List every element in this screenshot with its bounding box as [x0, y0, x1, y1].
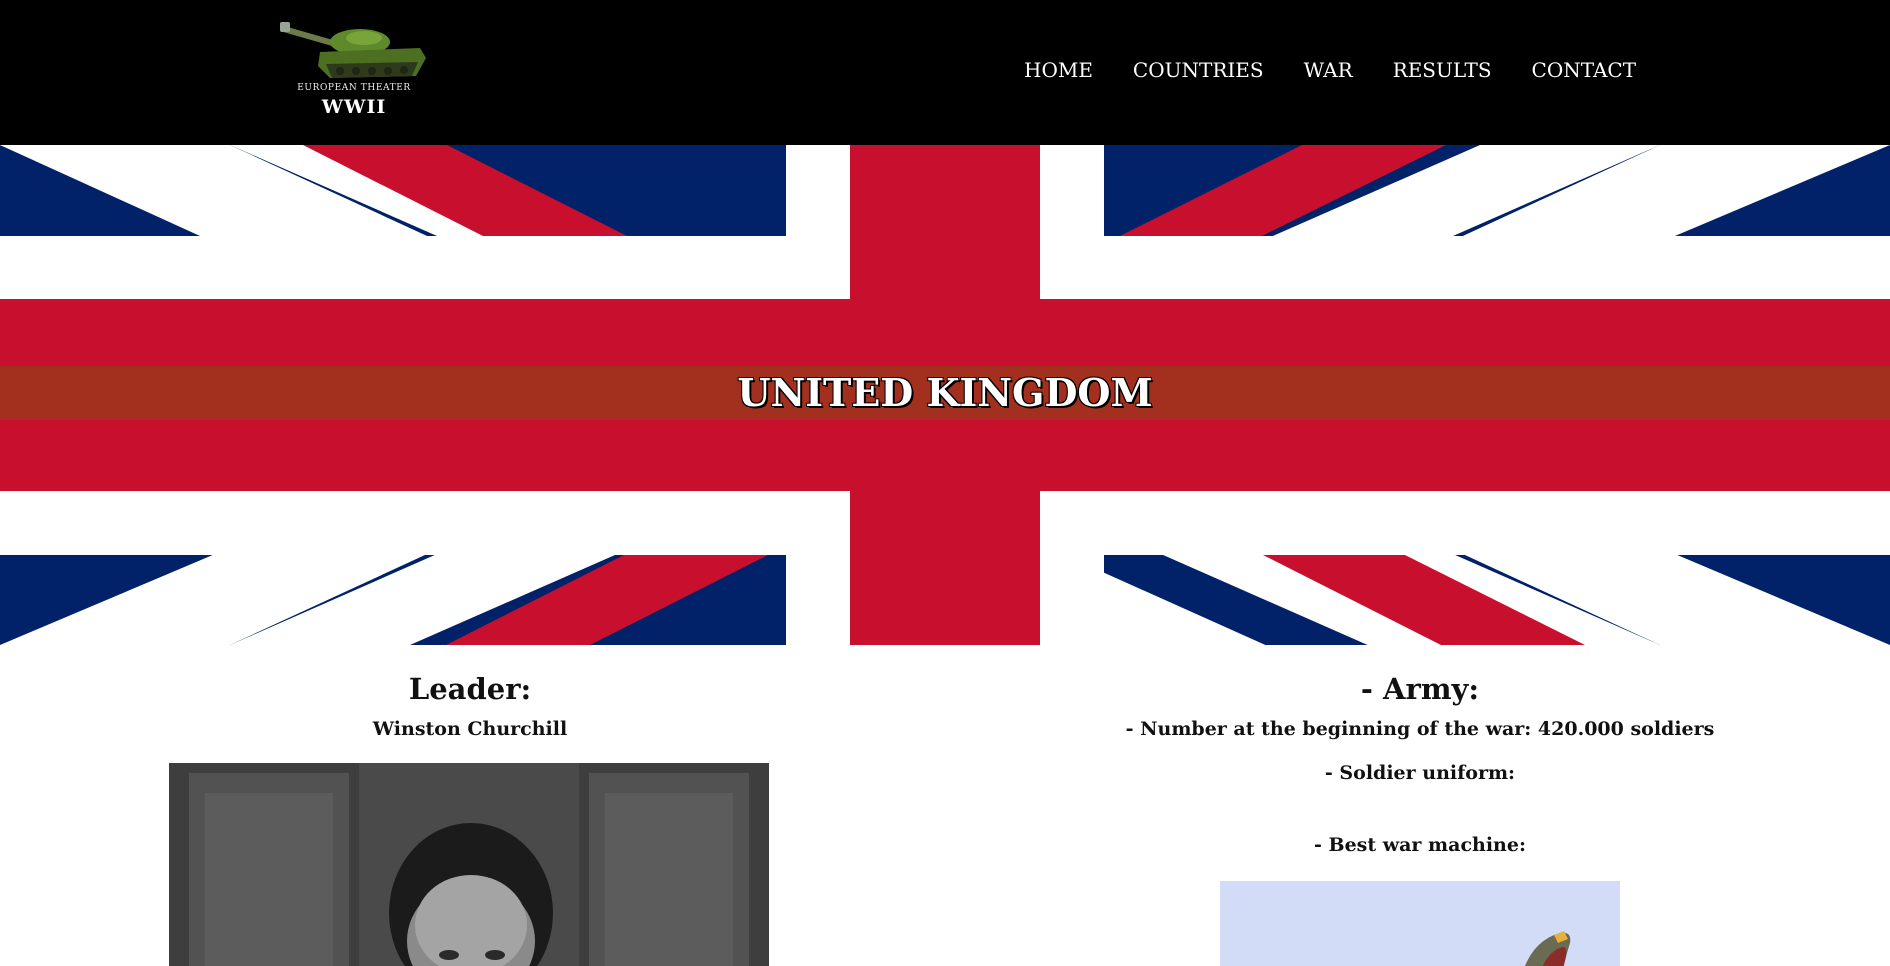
- tank-icon: [280, 22, 426, 78]
- nav-results[interactable]: RESULTS: [1393, 58, 1492, 82]
- leader-heading: Leader:: [408, 672, 532, 706]
- spitfire-plane-photo: [1220, 881, 1620, 966]
- nav-home[interactable]: HOME: [1024, 58, 1093, 82]
- hero-banner: UNITED KINGDOM: [0, 145, 1890, 645]
- site-logo[interactable]: EUROPEAN THEATER WWII: [278, 18, 430, 124]
- army-heading: - Army:: [1360, 672, 1480, 706]
- logo-title: WWII: [321, 96, 387, 118]
- army-section: - Army: - Number at the beginning of the…: [1000, 645, 1840, 856]
- army-soldiers: - Number at the beginning of the war: 42…: [1125, 718, 1715, 740]
- nav-countries[interactable]: COUNTRIES: [1133, 58, 1264, 82]
- site-header: EUROPEAN THEATER WWII HOME COUNTRIES WAR…: [0, 0, 1890, 145]
- main-nav: HOME COUNTRIES WAR RESULTS CONTACT: [1024, 58, 1636, 82]
- army-uniform: - Soldier uniform:: [1324, 762, 1516, 784]
- page-title: UNITED KINGDOM: [737, 370, 1153, 415]
- nav-contact[interactable]: CONTACT: [1532, 58, 1637, 82]
- army-machine: - Best war machine:: [1314, 834, 1526, 856]
- leader-section: Leader: Winston Churchill: [0, 645, 940, 740]
- winston-churchill-photo: [169, 763, 769, 966]
- nav-war[interactable]: WAR: [1304, 58, 1353, 82]
- leader-name: Winston Churchill: [372, 718, 568, 740]
- logo-subtitle: EUROPEAN THEATER: [297, 83, 411, 93]
